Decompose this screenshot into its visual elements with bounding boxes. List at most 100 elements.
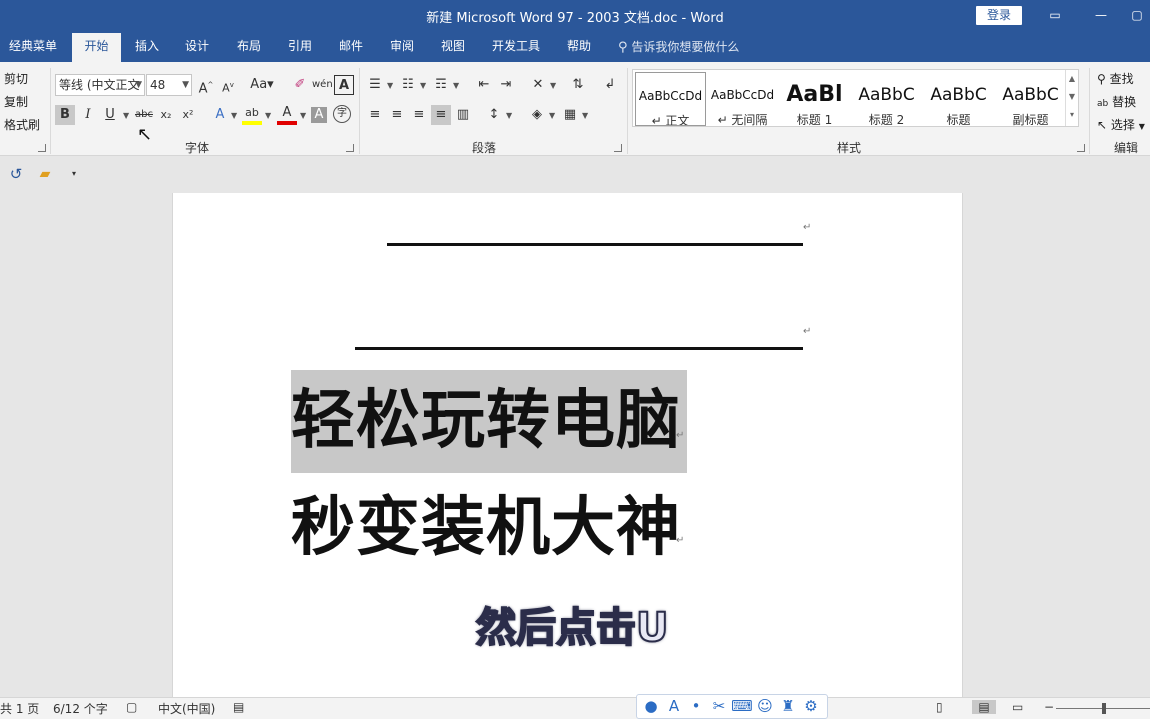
font-name-combo[interactable]: 等线 (中文正文 ▼: [55, 74, 145, 96]
chevron-down-icon[interactable]: ▼: [231, 111, 237, 120]
asian-layout-icon[interactable]: ✕: [528, 75, 548, 95]
tab-layout[interactable]: 布局: [228, 33, 270, 62]
web-layout-icon[interactable]: ▭: [1012, 700, 1023, 714]
user-icon[interactable]: ☺: [754, 697, 776, 715]
paragraph-launcher-icon[interactable]: [614, 144, 622, 152]
ime-logo-icon[interactable]: ●: [640, 697, 662, 715]
font-size-combo[interactable]: 48 ▼: [146, 74, 192, 96]
maximize-icon[interactable]: ▢: [1124, 0, 1150, 30]
grow-font-icon[interactable]: A^: [196, 75, 216, 96]
open-folder-icon[interactable]: ▰: [35, 164, 55, 184]
style-subtitle[interactable]: AaBbC 副标题: [995, 72, 1066, 126]
tab-home[interactable]: 开始: [72, 33, 121, 62]
bold-icon[interactable]: B: [55, 105, 75, 125]
word-count[interactable]: 6/12 个字: [53, 700, 108, 717]
print-layout-icon[interactable]: ▤: [972, 700, 996, 714]
read-mode-icon[interactable]: ▯: [936, 700, 943, 714]
login-button[interactable]: 登录: [976, 6, 1022, 25]
select-button[interactable]: ↖ 选择 ▼: [1097, 116, 1145, 133]
tab-developer[interactable]: 开发工具: [484, 33, 548, 62]
style-heading-2[interactable]: AaBbC 标题 2: [851, 72, 922, 126]
borders-icon[interactable]: ▦: [560, 105, 580, 125]
page-count[interactable]: 共 1 页: [0, 700, 39, 717]
shading-icon[interactable]: ◈: [527, 105, 547, 125]
tab-insert[interactable]: 插入: [126, 33, 168, 62]
justify-icon[interactable]: ≡: [431, 105, 451, 125]
zoom-out-icon[interactable]: −: [1044, 700, 1054, 714]
ime-mode-icon[interactable]: A: [663, 697, 685, 715]
tab-references[interactable]: 引用: [279, 33, 321, 62]
superscript-icon[interactable]: x²: [178, 105, 198, 125]
align-right-icon[interactable]: ≡: [409, 105, 429, 125]
font-color-icon[interactable]: A: [277, 105, 297, 125]
numbering-icon[interactable]: ☷: [398, 75, 418, 95]
format-painter-button[interactable]: 格式刷: [4, 116, 40, 133]
chevron-down-icon[interactable]: ▼: [506, 111, 512, 120]
tab-mailings[interactable]: 邮件: [330, 33, 372, 62]
subscript-icon[interactable]: x₂: [156, 105, 176, 125]
enclose-characters-icon[interactable]: 字: [333, 105, 351, 123]
clear-formatting-icon[interactable]: ✐: [290, 75, 310, 95]
gear-icon[interactable]: ⚙: [800, 697, 822, 715]
line-spacing-icon[interactable]: ↕: [484, 105, 504, 125]
language-indicator[interactable]: 中文(中国): [158, 700, 215, 717]
tab-classic-menu[interactable]: 经典菜单: [0, 33, 66, 62]
sort-icon[interactable]: ⇅: [568, 75, 588, 95]
chevron-down-icon[interactable]: ▼: [265, 111, 271, 120]
replace-button[interactable]: ab 替换: [1097, 93, 1136, 110]
style-no-spacing[interactable]: AaBbCcDd ↵ 无间隔: [707, 72, 778, 126]
keyboard-icon[interactable]: ⌨: [731, 697, 753, 715]
doc-line-2[interactable]: 秒变装机大神: [291, 478, 681, 578]
undo-icon[interactable]: ↺: [6, 164, 26, 184]
phonetic-guide-icon[interactable]: wén: [312, 75, 333, 95]
decrease-indent-icon[interactable]: ⇤: [474, 75, 494, 95]
minimize-icon[interactable]: —: [1078, 0, 1124, 30]
chevron-down-icon[interactable]: ▼: [582, 111, 588, 120]
style-normal[interactable]: AaBbCcDd ↵ 正文: [635, 72, 706, 126]
chevron-down-icon[interactable]: ▼: [549, 111, 555, 120]
tab-review[interactable]: 审阅: [381, 33, 423, 62]
customize-qat-icon[interactable]: ▾: [64, 164, 84, 184]
tab-help[interactable]: 帮助: [558, 33, 600, 62]
increase-indent-icon[interactable]: ⇥: [496, 75, 516, 95]
scissors-icon[interactable]: ✂: [708, 697, 730, 715]
character-shading-icon[interactable]: A: [311, 107, 327, 123]
font-launcher-icon[interactable]: [346, 144, 354, 152]
change-case-icon[interactable]: Aa▾: [248, 75, 276, 95]
tab-view[interactable]: 视图: [432, 33, 474, 62]
style-title[interactable]: AaBbC 标题: [923, 72, 994, 126]
character-border-icon[interactable]: A: [334, 75, 354, 95]
proofing-icon[interactable]: ▢: [126, 700, 137, 714]
text-effects-icon[interactable]: A: [210, 105, 230, 125]
distributed-icon[interactable]: ▥: [453, 105, 473, 125]
copy-button[interactable]: 复制: [4, 93, 28, 110]
tell-me-box[interactable]: ⚲ 告诉我你想要做什么: [618, 33, 739, 62]
style-heading-1[interactable]: AaBl 标题 1: [779, 72, 850, 126]
show-marks-icon[interactable]: ↲: [600, 75, 620, 95]
macro-icon[interactable]: ▤: [233, 700, 244, 714]
ribbon-display-options-icon[interactable]: ▭: [1032, 0, 1078, 30]
chevron-down-icon[interactable]: ▼: [123, 111, 129, 120]
underline-icon[interactable]: U: [100, 105, 120, 125]
shrink-font-icon[interactable]: Av: [218, 75, 238, 95]
chevron-down-icon[interactable]: ▼: [387, 81, 393, 90]
highlight-color-icon[interactable]: ab: [242, 105, 262, 125]
zoom-slider-thumb[interactable]: [1102, 703, 1106, 714]
chevron-down-icon[interactable]: ▼: [453, 81, 459, 90]
chevron-down-icon[interactable]: ▼: [420, 81, 426, 90]
strikethrough-icon[interactable]: abc: [134, 105, 154, 125]
styles-launcher-icon[interactable]: [1077, 144, 1085, 152]
tab-design[interactable]: 设计: [176, 33, 218, 62]
multilevel-list-icon[interactable]: ☶: [431, 75, 451, 95]
align-left-icon[interactable]: ≡: [365, 105, 385, 125]
gallery-scroll[interactable]: ▲ ▼ ▾: [1065, 70, 1078, 126]
doc-line-1[interactable]: 轻松玩转电脑: [291, 371, 681, 471]
align-center-icon[interactable]: ≡: [387, 105, 407, 125]
chevron-down-icon[interactable]: ▼: [550, 81, 556, 90]
find-button[interactable]: ⚲ 查找: [1097, 70, 1134, 87]
cut-button[interactable]: 剪切: [4, 70, 28, 87]
bullets-icon[interactable]: ☰: [365, 75, 385, 95]
italic-icon[interactable]: I: [78, 105, 98, 125]
skin-icon[interactable]: ♜: [777, 697, 799, 715]
ime-punctuation-icon[interactable]: •: [685, 697, 707, 715]
